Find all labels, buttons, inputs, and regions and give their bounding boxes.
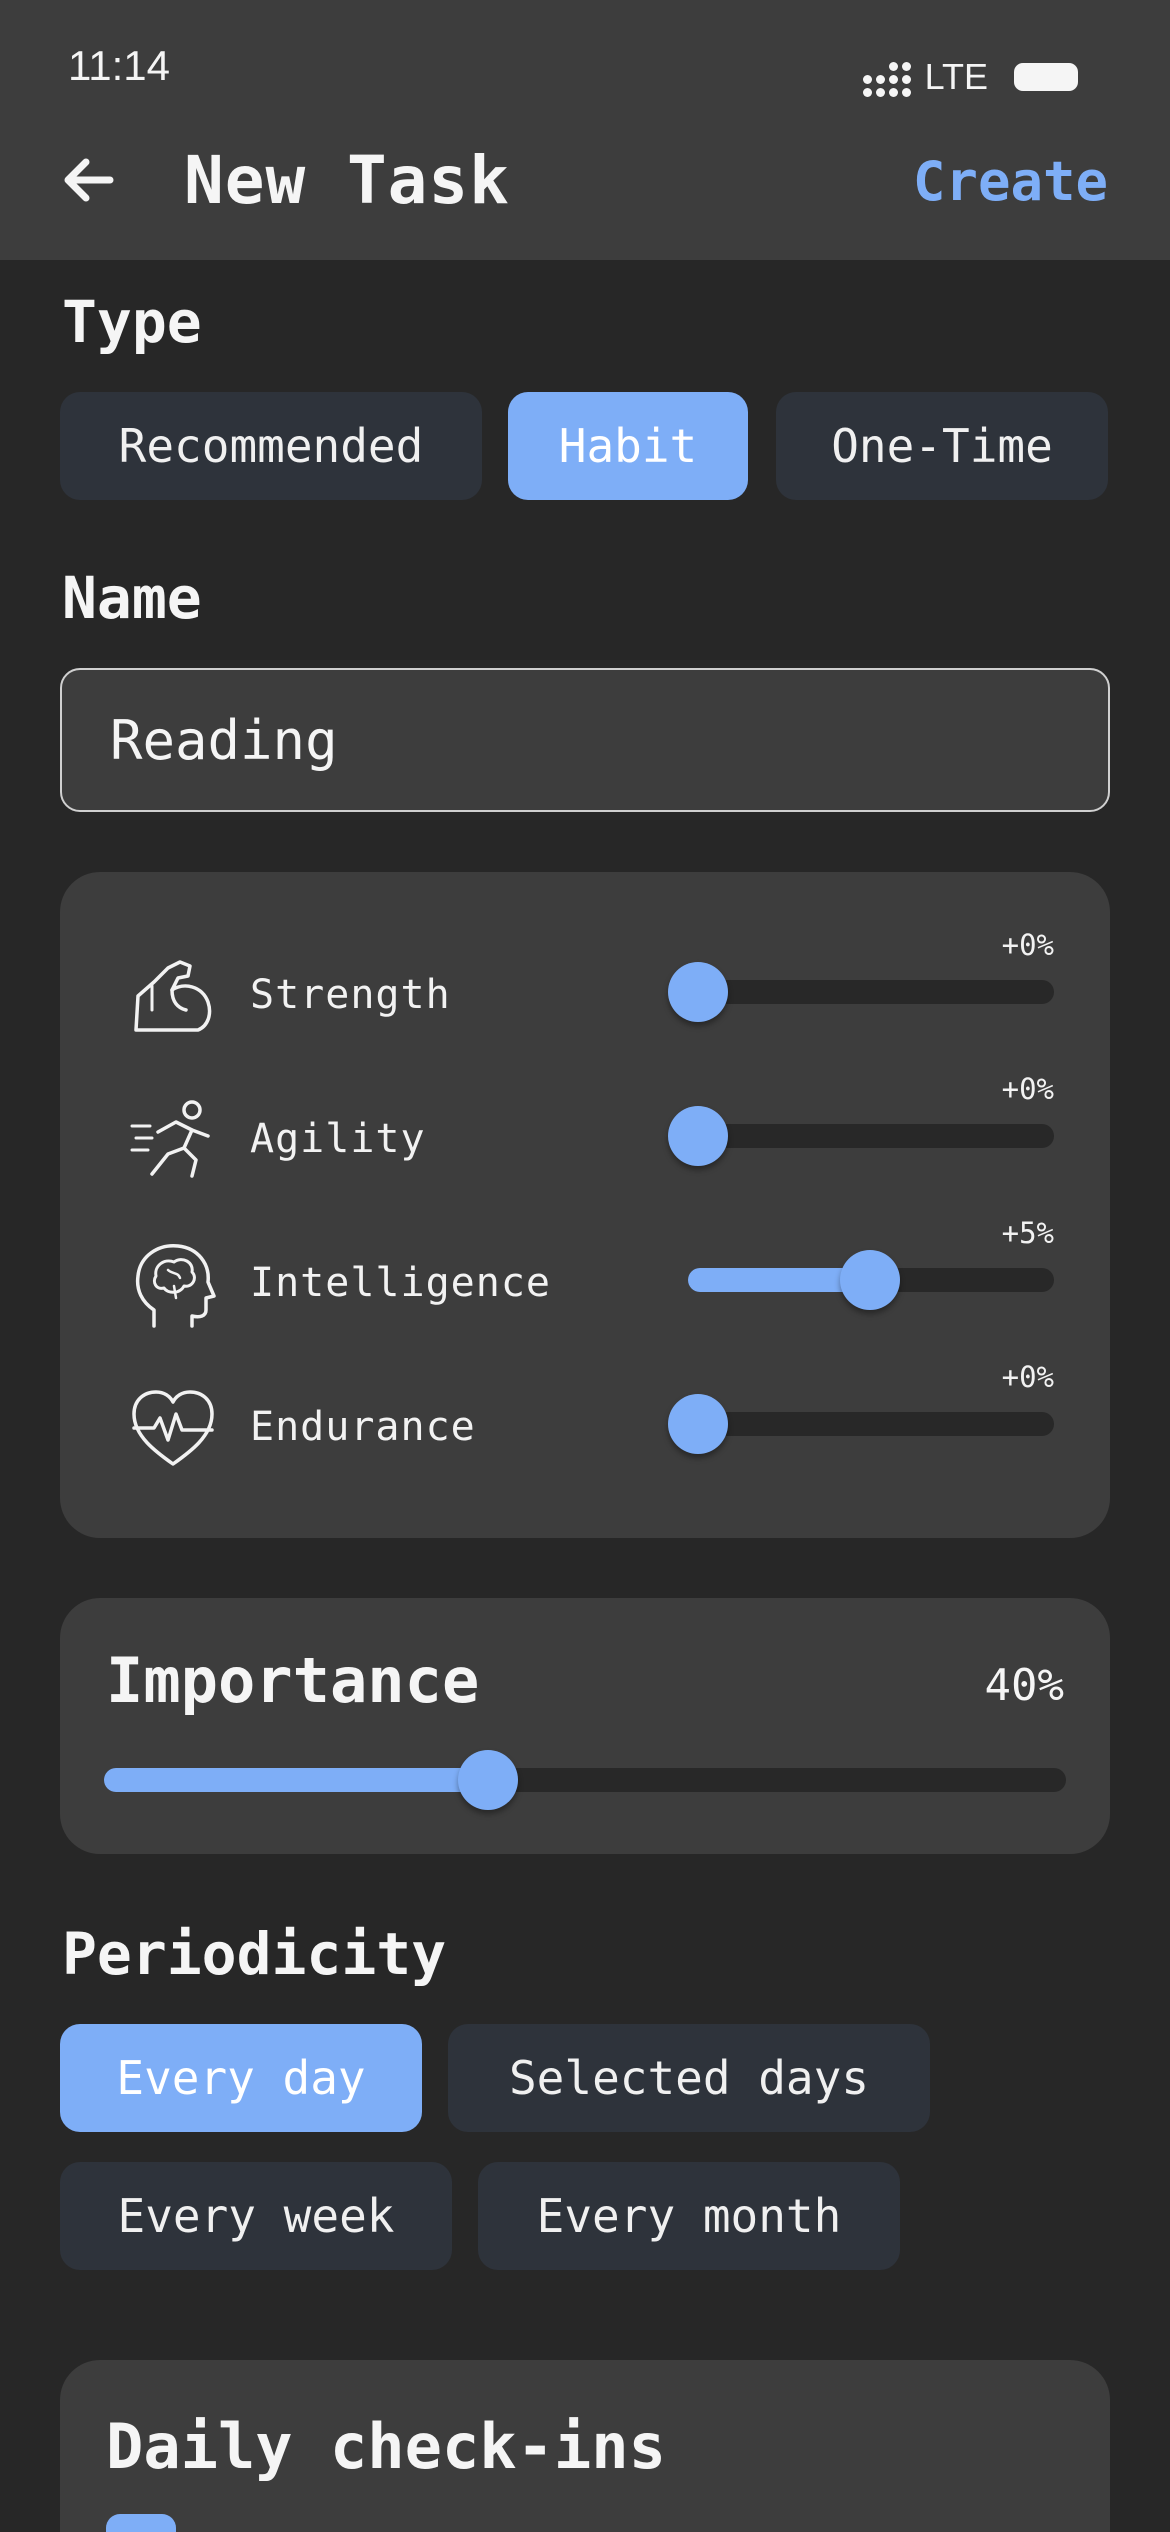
name-label: Name	[62, 564, 202, 632]
status-icons: LTE	[862, 56, 1078, 98]
stat-percent: +0%	[1001, 1360, 1054, 1394]
type-chip-recommended[interactable]: Recommended	[60, 392, 482, 500]
network-label: LTE	[924, 56, 988, 97]
stat-slider-track[interactable]	[698, 980, 1054, 1004]
checkins-card: Daily check-ins	[60, 2360, 1110, 2532]
signal-icon	[862, 57, 911, 97]
checkins-title: Daily check-ins	[106, 2410, 666, 2483]
type-chip-one-time[interactable]: One-Time	[776, 392, 1108, 500]
type-label: Type	[62, 288, 202, 356]
stat-label: Strength	[250, 972, 451, 1018]
periodicity-label: Periodicity	[62, 1920, 447, 1988]
battery-icon	[1014, 63, 1078, 91]
stat-slider-track[interactable]	[698, 1412, 1054, 1436]
stat-row-agility: Agility +0%	[60, 1072, 1110, 1186]
arrow-left-icon	[64, 158, 114, 202]
name-input[interactable]: Reading	[60, 668, 1110, 812]
stat-slider-thumb[interactable]	[668, 962, 728, 1022]
type-chip-habit[interactable]: Habit	[508, 392, 748, 500]
status-time: 11:14	[68, 42, 170, 89]
stat-row-endurance: Endurance +0%	[60, 1360, 1110, 1474]
stat-row-intelligence: Intelligence +5%	[60, 1216, 1110, 1330]
create-button[interactable]: Create	[913, 150, 1108, 213]
importance-label: Importance	[106, 1644, 480, 1717]
importance-percent: 40%	[984, 1660, 1064, 1711]
heart-pulse-icon	[132, 1390, 214, 1466]
app-bar: 11:14 LTE New Task Create	[0, 0, 1170, 260]
brain-head-icon	[135, 1244, 216, 1328]
stat-label: Endurance	[250, 1404, 476, 1450]
back-button[interactable]	[56, 148, 120, 212]
stat-percent: +0%	[1001, 1072, 1054, 1106]
stat-percent: +5%	[1001, 1216, 1054, 1250]
running-person-icon	[130, 1100, 210, 1178]
stat-row-strength: Strength +0%	[60, 928, 1110, 1042]
periodicity-chip-selected-days[interactable]: Selected days	[448, 2024, 930, 2132]
stat-label: Agility	[250, 1116, 426, 1162]
periodicity-chip-every-month[interactable]: Every month	[478, 2162, 900, 2270]
stat-slider-thumb[interactable]	[668, 1394, 728, 1454]
page-title: New Task	[184, 142, 510, 219]
stats-card: Strength +0% Agility +0% Intelligence +5…	[60, 872, 1110, 1538]
flexed-arm-icon	[134, 960, 212, 1032]
stat-percent: +0%	[1001, 928, 1054, 962]
stat-slider-track[interactable]	[698, 1124, 1054, 1148]
importance-slider-fill	[104, 1768, 488, 1792]
checkins-partial-element	[106, 2514, 176, 2532]
stat-slider-thumb[interactable]	[668, 1106, 728, 1166]
periodicity-chip-every-day[interactable]: Every day	[60, 2024, 422, 2132]
importance-card: Importance 40%	[60, 1598, 1110, 1854]
periodicity-chip-every-week[interactable]: Every week	[60, 2162, 452, 2270]
stat-label: Intelligence	[250, 1260, 551, 1306]
stat-slider-thumb[interactable]	[840, 1250, 900, 1310]
importance-slider-thumb[interactable]	[458, 1750, 518, 1810]
